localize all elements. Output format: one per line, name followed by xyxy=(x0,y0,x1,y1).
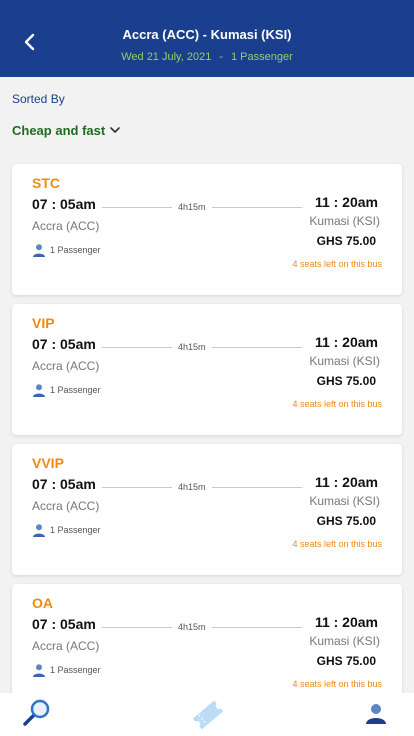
passenger-count: 1 Passenger xyxy=(32,523,101,537)
seats-left: 4 seats left on this bus xyxy=(292,259,382,269)
ticket-icon xyxy=(192,700,224,730)
destination-station: Kumasi (KSI) xyxy=(309,494,380,508)
sort-dropdown[interactable]: Cheap and fast xyxy=(12,123,121,138)
trip-duration: 4h15m xyxy=(178,202,206,212)
trip-info-separator: - xyxy=(219,51,223,63)
departure-time: 07 : 05am xyxy=(32,196,96,212)
origin-station: Accra (ACC) xyxy=(32,639,100,653)
passenger-icon xyxy=(33,244,45,257)
seats-left: 4 seats left on this bus xyxy=(292,399,382,409)
trip-passengers: 1 Passenger xyxy=(231,51,293,63)
ticket-price: GHS 75.00 xyxy=(316,514,376,528)
arrival-time: 11 : 20am xyxy=(314,614,378,630)
nav-tickets[interactable] xyxy=(188,695,228,736)
passenger-text: 1 Passenger xyxy=(50,385,101,395)
passenger-count: 1 Passenger xyxy=(32,243,101,257)
route-line xyxy=(102,207,172,208)
trip-duration: 4h15m xyxy=(178,482,206,492)
passenger-text: 1 Passenger xyxy=(50,245,101,255)
origin-station: Accra (ACC) xyxy=(32,499,100,513)
route-title: Accra (ACC) - Kumasi (KSI) xyxy=(122,27,292,42)
route-line xyxy=(212,627,302,628)
trip-info: Wed 21 July, 2021-1 Passenger xyxy=(0,51,414,63)
destination-station: Kumasi (KSI) xyxy=(309,354,380,368)
sorted-by-label: Sorted By xyxy=(12,92,65,106)
profile-icon xyxy=(366,704,386,724)
route-line xyxy=(212,347,302,348)
bus-operator: STC xyxy=(32,175,60,191)
bus-operator: VVIP xyxy=(32,455,64,471)
trip-date: Wed 21 July, 2021 xyxy=(121,51,212,63)
passenger-icon xyxy=(33,384,45,397)
sort-value: Cheap and fast xyxy=(12,123,106,138)
route-line xyxy=(212,487,302,488)
bottom-nav xyxy=(0,693,414,736)
bus-operator: OA xyxy=(32,595,53,611)
bus-operator: VIP xyxy=(32,315,55,331)
trip-duration: 4h15m xyxy=(178,622,206,632)
arrival-time: 11 : 20am xyxy=(314,474,378,490)
departure-time: 07 : 05am xyxy=(32,476,96,492)
destination-station: Kumasi (KSI) xyxy=(309,634,380,648)
arrival-time: 11 : 20am xyxy=(314,334,378,350)
search-icon xyxy=(23,699,50,726)
nav-profile[interactable] xyxy=(364,701,388,730)
passenger-count: 1 Passenger xyxy=(32,383,101,397)
trip-card[interactable]: STC 07 : 05am 4h15m 11 : 20am Accra (ACC… xyxy=(12,164,402,295)
origin-station: Accra (ACC) xyxy=(32,359,100,373)
passenger-text: 1 Passenger xyxy=(50,525,101,535)
trip-duration: 4h15m xyxy=(178,342,206,352)
route-line xyxy=(102,487,172,488)
arrival-time: 11 : 20am xyxy=(314,194,378,210)
seats-left: 4 seats left on this bus xyxy=(292,679,382,689)
passenger-count: 1 Passenger xyxy=(32,663,101,677)
ticket-price: GHS 75.00 xyxy=(316,234,376,248)
route-line xyxy=(102,627,172,628)
passenger-icon xyxy=(33,664,45,677)
departure-time: 07 : 05am xyxy=(32,336,96,352)
nav-search[interactable] xyxy=(20,697,52,734)
trip-card[interactable]: VIP 07 : 05am 4h15m 11 : 20am Accra (ACC… xyxy=(12,304,402,435)
trip-card[interactable]: VVIP 07 : 05am 4h15m 11 : 20am Accra (AC… xyxy=(12,444,402,575)
app-header: Accra (ACC) - Kumasi (KSI) Wed 21 July, … xyxy=(0,0,414,77)
origin-station: Accra (ACC) xyxy=(32,219,100,233)
route-line xyxy=(212,207,302,208)
destination-station: Kumasi (KSI) xyxy=(309,214,380,228)
chevron-down-icon xyxy=(109,123,121,138)
seats-left: 4 seats left on this bus xyxy=(292,539,382,549)
passenger-text: 1 Passenger xyxy=(50,665,101,675)
passenger-icon xyxy=(33,524,45,537)
ticket-price: GHS 75.00 xyxy=(316,654,376,668)
ticket-price: GHS 75.00 xyxy=(316,374,376,388)
route-line xyxy=(102,347,172,348)
departure-time: 07 : 05am xyxy=(32,616,96,632)
